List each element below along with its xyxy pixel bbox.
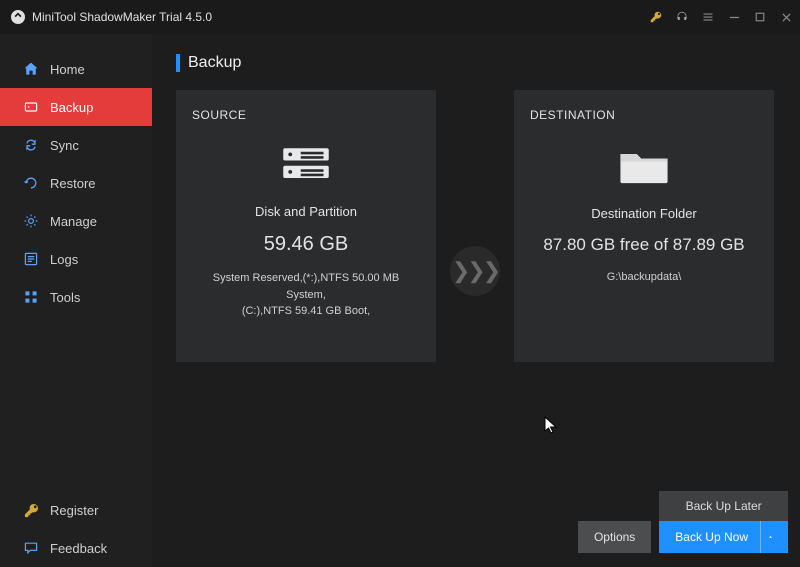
backup-icon xyxy=(22,98,40,116)
bottom-bar: Options Back Up Later Back Up Now xyxy=(578,491,788,553)
key-icon[interactable] xyxy=(650,11,662,23)
backup-later-button[interactable]: Back Up Later xyxy=(659,491,788,521)
sidebar-item-home[interactable]: Home xyxy=(0,50,152,88)
sidebar-label: Tools xyxy=(50,290,80,305)
source-label: Disk and Partition xyxy=(192,204,420,219)
sidebar-item-backup[interactable]: Backup xyxy=(0,88,152,126)
sidebar-label: Register xyxy=(50,503,98,518)
logs-icon xyxy=(22,250,40,268)
app-title: MiniTool ShadowMaker Trial 4.5.0 xyxy=(32,10,212,24)
sidebar-label: Feedback xyxy=(50,541,107,556)
backup-now-label: Back Up Now xyxy=(675,530,748,544)
sidebar-label: Home xyxy=(50,62,85,77)
sidebar-label: Backup xyxy=(50,100,93,115)
sidebar-item-tools[interactable]: Tools xyxy=(0,278,152,316)
page-title: Backup xyxy=(188,54,241,72)
main-panel: Backup SOURCE D xyxy=(152,34,800,567)
source-detail-1: System Reserved,(*:),NTFS 50.00 MB Syste… xyxy=(192,270,420,303)
sidebar-label: Manage xyxy=(50,214,97,229)
key-icon xyxy=(22,501,40,519)
home-icon xyxy=(22,60,40,78)
source-detail-2: (C:),NTFS 59.41 GB Boot, xyxy=(192,303,420,320)
destination-heading: DESTINATION xyxy=(530,108,758,122)
source-card[interactable]: SOURCE Disk and Partition 59.46 GB xyxy=(176,90,436,362)
page-header: Backup xyxy=(176,54,776,72)
source-heading: SOURCE xyxy=(192,108,420,122)
sidebar-item-logs[interactable]: Logs xyxy=(0,240,152,278)
backup-now-dropdown-icon[interactable] xyxy=(760,521,772,553)
sidebar-item-manage[interactable]: Manage xyxy=(0,202,152,240)
header-accent xyxy=(176,54,180,72)
disk-icon xyxy=(192,142,420,186)
minimize-icon[interactable] xyxy=(728,11,740,23)
titlebar-left: MiniTool ShadowMaker Trial 4.5.0 xyxy=(10,9,212,25)
source-size: 59.46 GB xyxy=(192,233,420,256)
sync-icon xyxy=(22,136,40,154)
titlebar-controls xyxy=(650,11,792,23)
maximize-icon[interactable] xyxy=(754,11,766,23)
backup-now-button[interactable]: Back Up Now xyxy=(659,521,788,553)
destination-path: G:\backupdata\ xyxy=(530,269,758,286)
manage-icon xyxy=(22,212,40,230)
titlebar: MiniTool ShadowMaker Trial 4.5.0 xyxy=(0,0,800,34)
sidebar-label: Restore xyxy=(50,176,96,191)
close-icon[interactable] xyxy=(780,11,792,23)
options-button[interactable]: Options xyxy=(578,521,651,553)
destination-size: 87.80 GB free of 87.89 GB xyxy=(530,235,758,255)
feedback-icon xyxy=(22,539,40,557)
tools-icon xyxy=(22,288,40,306)
sidebar-item-sync[interactable]: Sync xyxy=(0,126,152,164)
mouse-cursor-icon xyxy=(544,416,558,436)
sidebar-item-register[interactable]: Register xyxy=(0,491,152,529)
destination-label: Destination Folder xyxy=(530,206,758,221)
sidebar-label: Logs xyxy=(50,252,78,267)
sidebar: Home Backup Sync Restore xyxy=(0,34,152,567)
headset-icon[interactable] xyxy=(676,11,688,23)
primary-button-stack: Back Up Later Back Up Now xyxy=(659,491,788,553)
menu-icon[interactable] xyxy=(702,11,714,23)
sidebar-item-feedback[interactable]: Feedback xyxy=(0,529,152,567)
cards-row: SOURCE Disk and Partition 59.46 GB xyxy=(176,90,776,362)
sidebar-label: Sync xyxy=(50,138,79,153)
folder-icon xyxy=(530,142,758,188)
restore-icon xyxy=(22,174,40,192)
arrow-indicator-icon: ❯❯❯ xyxy=(450,246,500,296)
destination-card[interactable]: DESTINATION Destination Folder 87.80 GB … xyxy=(514,90,774,362)
app-logo-icon xyxy=(10,9,26,25)
sidebar-item-restore[interactable]: Restore xyxy=(0,164,152,202)
